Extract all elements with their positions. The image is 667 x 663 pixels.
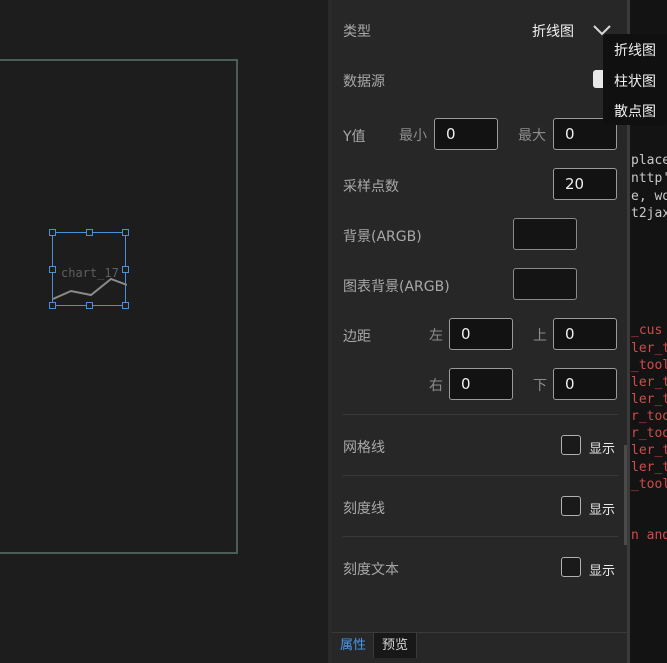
chart-widget[interactable]: chart_17 <box>52 232 127 306</box>
code-line: n and <box>631 528 667 543</box>
dropdown-option-bar[interactable]: 柱状图 <box>614 71 656 91</box>
dropdown-option-line[interactable]: 折线图 <box>614 40 656 60</box>
resize-handle-bm[interactable] <box>86 302 93 309</box>
margin-bottom-label: 下 <box>533 378 547 394</box>
code-line: ler_t <box>631 460 667 475</box>
sample-count-input[interactable]: 20 <box>553 168 617 200</box>
resize-handle-tr[interactable] <box>122 229 129 236</box>
type-label: 类型 <box>343 24 371 40</box>
y-value-label: Y值 <box>343 129 366 145</box>
margin-right-label: 右 <box>429 378 443 394</box>
y-max-label: 最大 <box>518 128 546 144</box>
resize-handle-bl[interactable] <box>49 302 56 309</box>
datasource-label: 数据源 <box>343 74 385 90</box>
design-canvas[interactable]: chart_17 <box>0 0 328 663</box>
resize-handle-br[interactable] <box>122 302 129 309</box>
y-min-input[interactable]: 0 <box>434 118 498 150</box>
code-line: place <box>631 153 667 168</box>
resize-handle-tm[interactable] <box>86 229 93 236</box>
resize-handle-mr[interactable] <box>122 266 129 273</box>
tick-text-checkbox[interactable] <box>561 557 581 577</box>
divider <box>343 475 618 476</box>
code-line: t2jax <box>631 206 667 221</box>
properties-panel: 类型 折线图 数据源 Y值 最小 0 最大 0 采样点数 20 背景(ARGB)… <box>332 0 627 663</box>
code-line: _tool <box>631 477 667 492</box>
tab-preview[interactable]: 预览 <box>373 633 418 658</box>
margin-right-input[interactable]: 0 <box>449 368 513 400</box>
panel-tab-bar: 属性 预览 <box>332 632 627 663</box>
tick-lines-show-label: 显示 <box>589 503 616 518</box>
tab-properties[interactable]: 属性 <box>332 633 375 658</box>
code-line: e, wo <box>631 189 667 204</box>
tick-lines-checkbox[interactable] <box>561 496 581 516</box>
tick-text-show-label: 显示 <box>589 564 616 579</box>
code-line: ler_t <box>631 375 667 390</box>
code-line: ler_t <box>631 443 667 458</box>
resize-handle-tl[interactable] <box>49 229 56 236</box>
margin-left-input[interactable]: 0 <box>449 318 513 350</box>
chart-background-color-swatch[interactable] <box>513 268 577 300</box>
tick-text-label: 刻度文本 <box>343 562 399 578</box>
code-line: _cus <box>631 323 663 338</box>
chart-type-dropdown: 折线图 柱状图 散点图 <box>603 34 667 125</box>
margin-bottom-input[interactable]: 0 <box>553 368 617 400</box>
type-select-value[interactable]: 折线图 <box>532 21 574 41</box>
margin-label: 边距 <box>343 329 371 345</box>
code-line: ler_t <box>631 341 667 356</box>
background-color-swatch[interactable] <box>513 218 577 250</box>
chart-background-argb-label: 图表背景(ARGB) <box>343 279 450 295</box>
margin-top-label: 上 <box>533 328 547 344</box>
y-min-label: 最小 <box>399 128 427 144</box>
code-line: ler_t <box>631 392 667 407</box>
code-line: nttp' <box>631 171 667 186</box>
margin-top-input[interactable]: 0 <box>553 318 617 350</box>
margin-left-label: 左 <box>429 328 443 344</box>
grid-lines-label: 网格线 <box>343 440 385 456</box>
grid-lines-checkbox[interactable] <box>561 435 581 455</box>
divider <box>343 536 618 537</box>
code-line: _tool <box>631 358 667 373</box>
properties-scrollbar[interactable] <box>624 445 627 545</box>
tick-lines-label: 刻度线 <box>343 501 385 517</box>
code-line: r_too <box>631 409 667 424</box>
dropdown-option-scatter[interactable]: 散点图 <box>614 101 656 121</box>
sample-count-label: 采样点数 <box>343 179 399 195</box>
divider <box>343 414 618 415</box>
resize-handle-ml[interactable] <box>49 266 56 273</box>
background-argb-label: 背景(ARGB) <box>343 229 422 245</box>
code-line: r_too <box>631 426 667 441</box>
grid-lines-show-label: 显示 <box>589 442 616 457</box>
chart-preview-line <box>53 277 127 300</box>
